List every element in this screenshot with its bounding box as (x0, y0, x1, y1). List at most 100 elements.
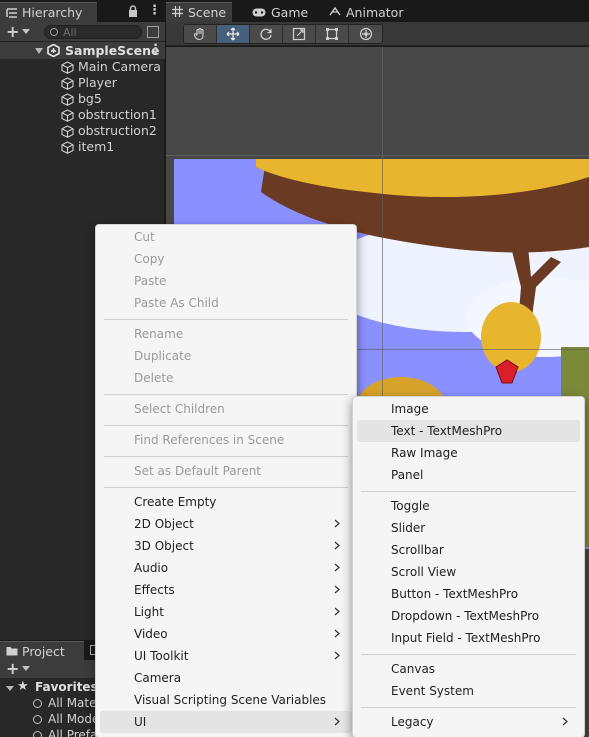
submenu-item-text-textmeshpro[interactable]: Text - TextMeshPro (357, 420, 580, 442)
transform-tool-icon[interactable] (349, 25, 382, 43)
menu-item-label: Image (391, 402, 429, 416)
menu-separator (104, 394, 348, 395)
chevron-down-icon[interactable] (6, 686, 14, 691)
menu-item-label: Select Children (134, 402, 225, 416)
chevron-right-icon (334, 629, 340, 638)
menu-item-paste-as-child[interactable]: Paste As Child (100, 292, 352, 314)
menu-item-set-default-parent[interactable]: Set as Default Parent (100, 460, 352, 482)
scene-options-icon[interactable]: ⋮ (149, 42, 162, 57)
menu-item-label: Duplicate (134, 349, 192, 363)
hierarchy-item[interactable]: item1 (0, 139, 165, 155)
grid-icon (172, 5, 183, 20)
menu-item-label: Event System (391, 684, 474, 698)
menu-item-select-children[interactable]: Select Children (100, 398, 352, 420)
menu-item-label: Paste As Child (134, 296, 219, 310)
menu-item-label: Raw Image (391, 446, 458, 460)
menu-separator (104, 456, 348, 457)
add-icon[interactable]: + (6, 660, 19, 678)
scene-tabbar: Scene Game Animator (166, 0, 589, 22)
chevron-down-icon[interactable] (35, 48, 43, 54)
hierarchy-item[interactable]: obstruction2 (0, 123, 165, 139)
menu-item-ui[interactable]: UI (100, 711, 352, 733)
submenu-item-panel[interactable]: Panel (357, 464, 580, 486)
tab-hierarchy[interactable]: Hierarchy (0, 2, 97, 22)
gamepad-icon (252, 5, 266, 20)
transform-tools (183, 24, 383, 44)
favorite-item-label: All Prefa (48, 728, 98, 737)
menu-item-label: 3D Object (134, 539, 194, 553)
menu-item-create-empty[interactable]: Create Empty (100, 491, 352, 513)
search-input[interactable] (63, 25, 139, 39)
chevron-down-icon[interactable] (22, 666, 30, 671)
menu-item-3d-object[interactable]: 3D Object (100, 535, 352, 557)
menu-separator (361, 707, 576, 708)
menu-item-label: Text - TextMeshPro (391, 424, 503, 438)
hierarchy-context-menu: Cut Copy Paste Paste As Child Rename Dup… (95, 224, 357, 737)
menu-separator (361, 491, 576, 492)
hierarchy-item-label: obstruction1 (78, 107, 157, 122)
tab-project[interactable]: Project (0, 641, 84, 660)
menu-item-cut[interactable]: Cut (100, 226, 352, 248)
gameobject-cube-icon (61, 93, 74, 106)
menu-item-label: Set as Default Parent (134, 464, 262, 478)
menu-item-label: Button - TextMeshPro (391, 587, 519, 601)
hierarchy-search[interactable] (44, 25, 142, 39)
hierarchy-item[interactable]: bg5 (0, 91, 165, 107)
hierarchy-icon (6, 7, 18, 19)
hierarchy-item[interactable]: Main Camera (0, 59, 165, 75)
menu-item-copy[interactable]: Copy (100, 248, 352, 270)
rotate-tool-icon[interactable] (250, 25, 283, 43)
scene-toolbar (166, 22, 589, 46)
hierarchy-item-label: Player (78, 75, 117, 90)
chevron-right-icon (334, 541, 340, 550)
scene-row[interactable]: SampleScene ⋮ (0, 42, 165, 59)
rect-tool-icon[interactable] (316, 25, 349, 43)
submenu-item-legacy[interactable]: Legacy (357, 711, 580, 733)
menu-item-camera[interactable]: Camera (100, 667, 352, 689)
scale-tool-icon[interactable] (283, 25, 316, 43)
hierarchy-item[interactable]: Player (0, 75, 165, 91)
submenu-item-raw-image[interactable]: Raw Image (357, 442, 580, 464)
menu-item-paste[interactable]: Paste (100, 270, 352, 292)
menu-item-light[interactable]: Light (100, 601, 352, 623)
submenu-item-toggle[interactable]: Toggle (357, 495, 580, 517)
hand-tool-icon[interactable] (184, 25, 217, 43)
menu-item-duplicate[interactable]: Duplicate (100, 345, 352, 367)
submenu-item-canvas[interactable]: Canvas (357, 658, 580, 680)
tab-scene[interactable]: Scene (166, 2, 233, 22)
chevron-right-icon (334, 519, 340, 528)
hierarchy-item-label: obstruction2 (78, 123, 157, 138)
tab-animator[interactable]: Animator (323, 2, 409, 22)
chevron-down-icon[interactable] (22, 29, 30, 34)
submenu-item-input-field-textmeshpro[interactable]: Input Field - TextMeshPro (357, 627, 580, 649)
menu-item-2d-object[interactable]: 2D Object (100, 513, 352, 535)
lock-icon[interactable] (128, 5, 138, 17)
submenu-item-dropdown-textmeshpro[interactable]: Dropdown - TextMeshPro (357, 605, 580, 627)
menu-item-label: Camera (134, 671, 182, 685)
hierarchy-item[interactable]: obstruction1 (0, 107, 165, 123)
menu-item-rename[interactable]: Rename (100, 323, 352, 345)
menu-item-label: Canvas (391, 662, 436, 676)
menu-item-find-references[interactable]: Find References in Scene (100, 429, 352, 451)
scene-visibility-icon[interactable] (147, 26, 159, 38)
more-options-icon[interactable]: ⋮ (148, 3, 161, 18)
submenu-item-image[interactable]: Image (357, 398, 580, 420)
chevron-right-icon (562, 717, 568, 726)
menu-item-label: Slider (391, 521, 426, 535)
hierarchy-item-label: bg5 (78, 91, 102, 106)
move-tool-icon[interactable] (217, 25, 250, 43)
menu-item-visual-scripting-scene-variables[interactable]: Visual Scripting Scene Variables (100, 689, 352, 711)
tab-game[interactable]: Game (246, 2, 314, 22)
menu-item-video[interactable]: Video (100, 623, 352, 645)
submenu-item-button-textmeshpro[interactable]: Button - TextMeshPro (357, 583, 580, 605)
submenu-item-scrollbar[interactable]: Scrollbar (357, 539, 580, 561)
submenu-item-event-system[interactable]: Event System (357, 680, 580, 702)
menu-item-label: Find References in Scene (134, 433, 285, 447)
submenu-item-scroll-view[interactable]: Scroll View (357, 561, 580, 583)
menu-item-audio[interactable]: Audio (100, 557, 352, 579)
menu-item-ui-toolkit[interactable]: UI Toolkit (100, 645, 352, 667)
menu-item-delete[interactable]: Delete (100, 367, 352, 389)
add-icon[interactable]: + (6, 23, 19, 41)
submenu-item-slider[interactable]: Slider (357, 517, 580, 539)
menu-item-effects[interactable]: Effects (100, 579, 352, 601)
